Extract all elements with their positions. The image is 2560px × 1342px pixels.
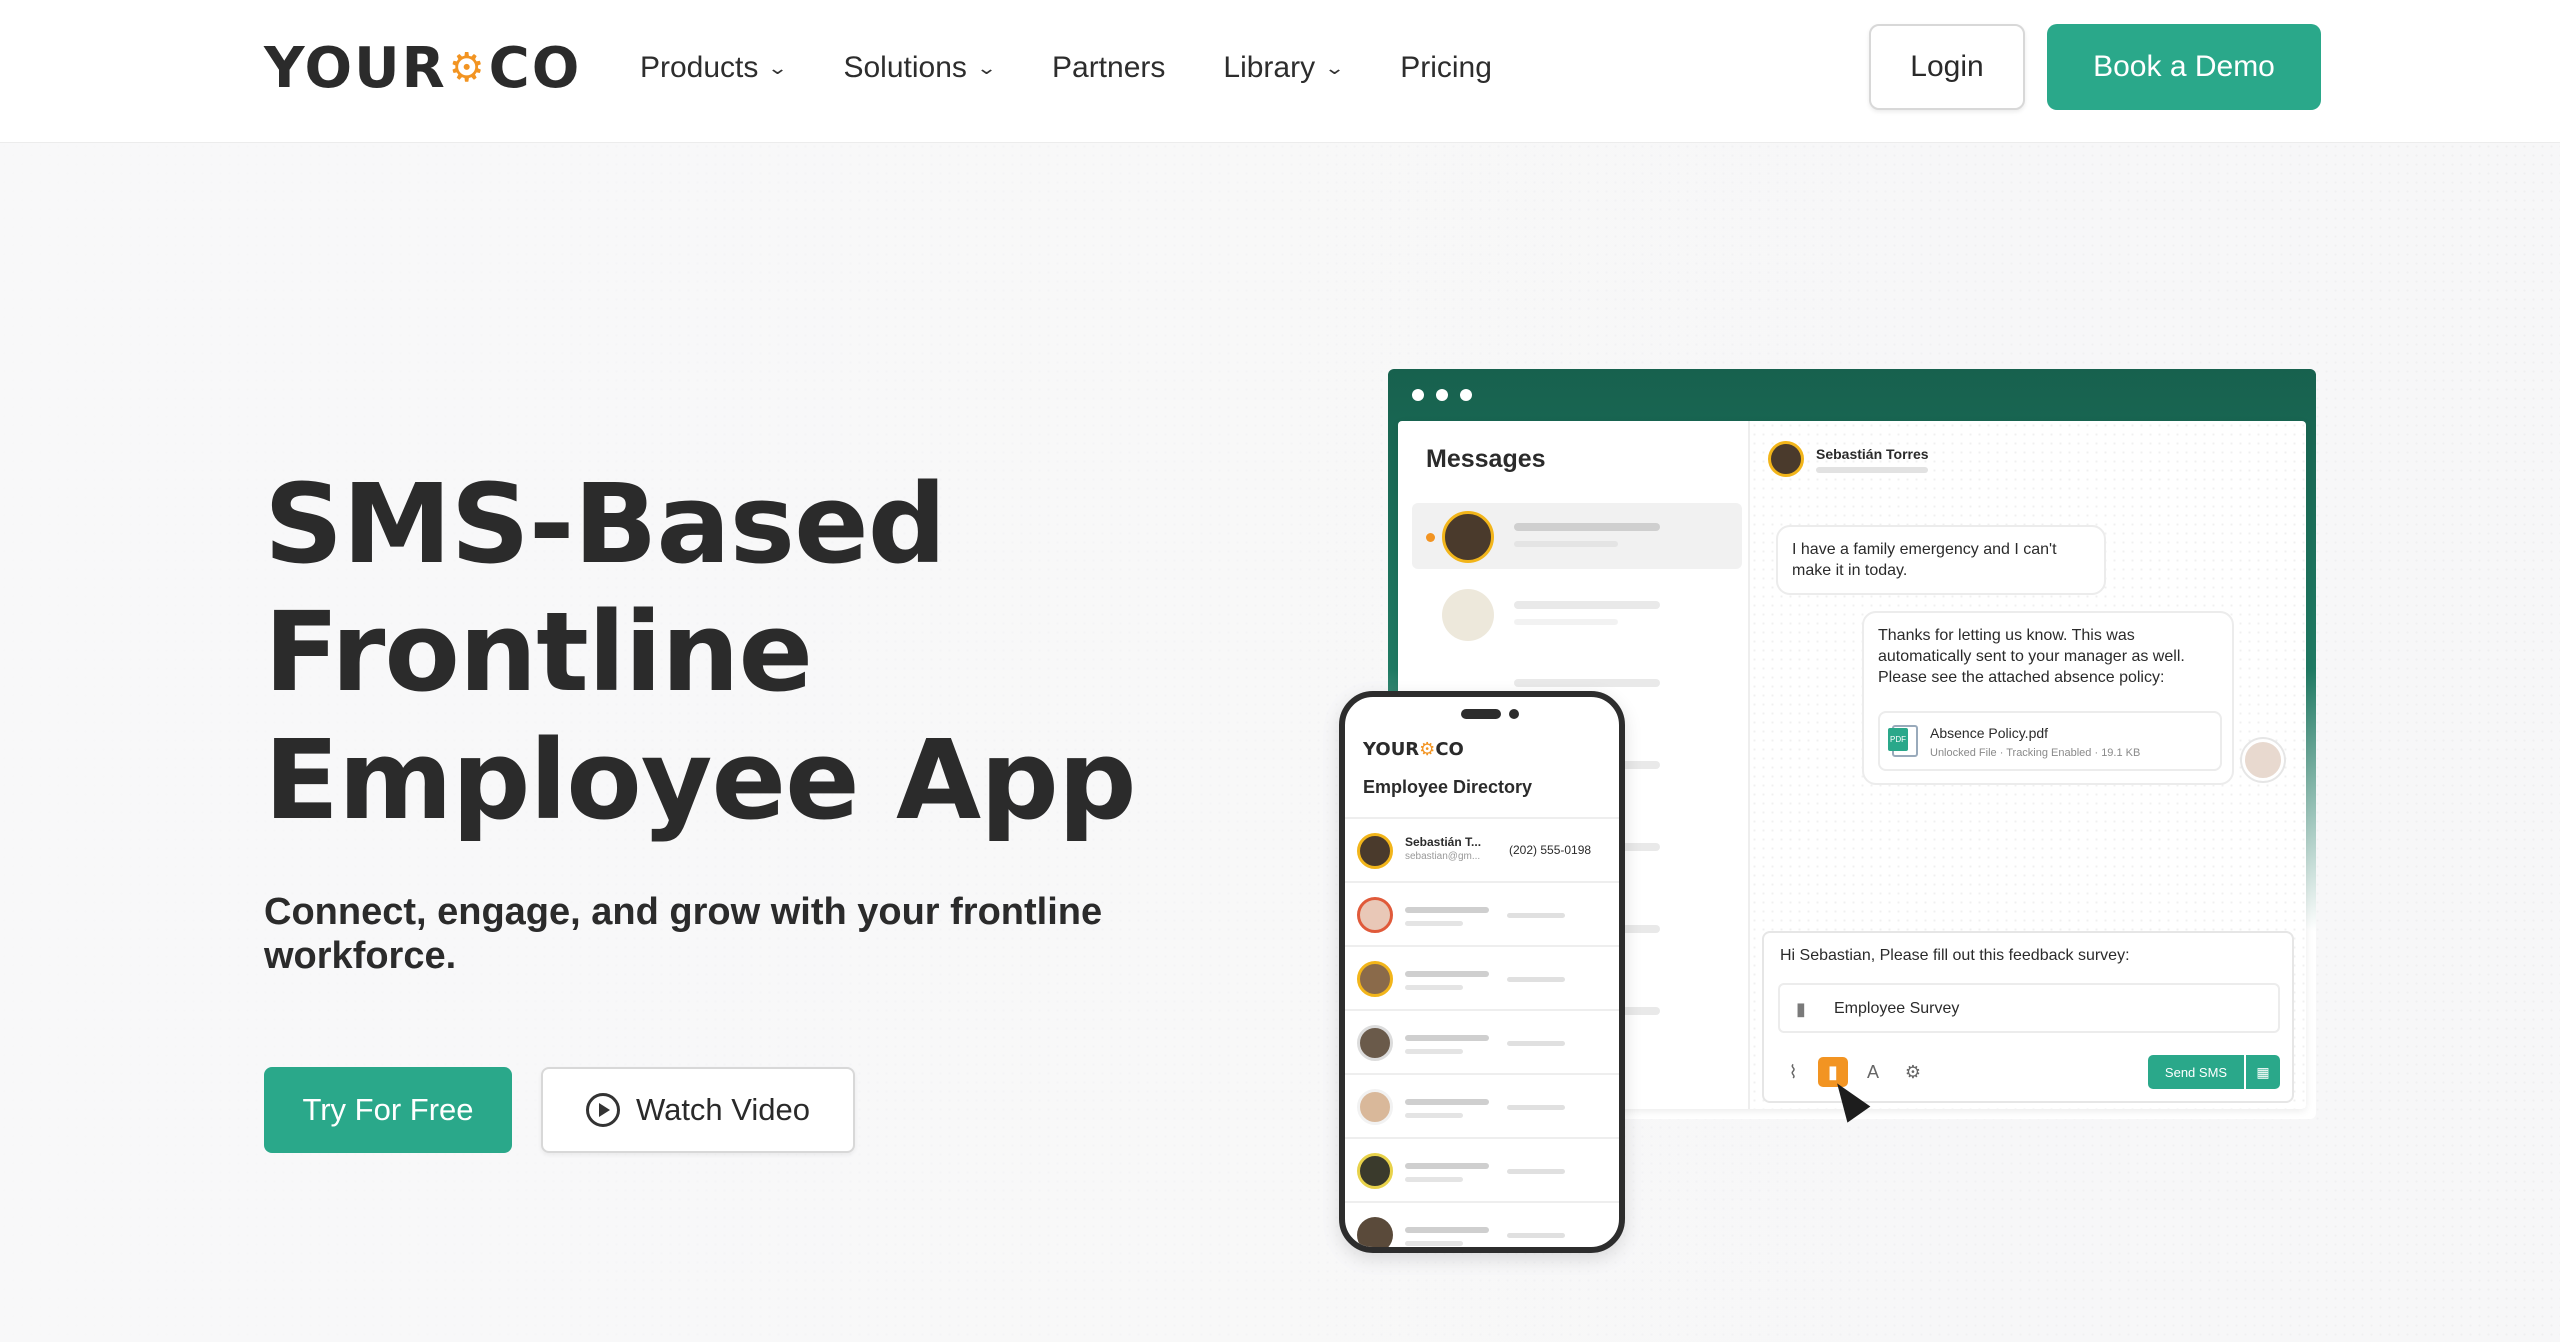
chevron-down-icon: ⌄ bbox=[1324, 57, 1346, 78]
book-demo-button[interactable]: Book a Demo bbox=[2047, 24, 2321, 110]
avatar bbox=[1442, 511, 1494, 563]
phone-logo-right: CO bbox=[1435, 739, 1464, 760]
hero-subtitle: Connect, engage, and grow with your fron… bbox=[264, 891, 1103, 977]
nav-products-label: Products bbox=[640, 51, 759, 84]
outgoing-message: Thanks for letting us know. This was aut… bbox=[1862, 611, 2234, 785]
employee-email: sebastian@gm... bbox=[1405, 851, 1481, 862]
directory-row[interactable] bbox=[1345, 881, 1619, 945]
send-sms-button[interactable]: Send SMS bbox=[2148, 1055, 2244, 1089]
try-for-free-button[interactable]: Try For Free bbox=[264, 1067, 512, 1153]
survey-card[interactable]: ▮ Employee Survey bbox=[1778, 983, 2280, 1033]
play-icon bbox=[585, 1093, 620, 1127]
attachment-name: Absence Policy.pdf bbox=[1930, 725, 2049, 741]
directory-row[interactable] bbox=[1345, 1073, 1619, 1137]
avatar bbox=[1357, 961, 1393, 997]
watch-video-button[interactable]: Watch Video bbox=[541, 1067, 855, 1153]
survey-label: Employee Survey bbox=[1834, 1000, 1960, 1017]
composer-text: Hi Sebastian, Please fill out this feedb… bbox=[1780, 947, 2130, 964]
calendar-icon[interactable]: ▦ bbox=[2246, 1055, 2280, 1089]
attachment-meta: Unlocked File · Tracking Enabled · 19.1 … bbox=[1930, 747, 2141, 759]
phone-logo: YOUR⚙CO bbox=[1363, 739, 1464, 760]
logo-text-left: YOUR bbox=[264, 35, 447, 101]
agent-avatar bbox=[2242, 739, 2284, 781]
hero-title-line-3: Employee App bbox=[264, 716, 1137, 844]
nav-solutions-label: Solutions bbox=[843, 51, 967, 84]
message-row bbox=[1412, 503, 1742, 569]
phone-camera bbox=[1509, 709, 1519, 719]
bar-chart-icon: ▮ bbox=[1796, 999, 1806, 1019]
avatar bbox=[1357, 1025, 1393, 1061]
phone-mockup: YOUR⚙CO Employee Directory Sebastián T..… bbox=[1339, 691, 1625, 1253]
avatar bbox=[1357, 1153, 1393, 1189]
nav-library-label: Library bbox=[1223, 51, 1316, 84]
directory-row[interactable] bbox=[1345, 1201, 1619, 1247]
translate-icon[interactable]: A bbox=[1858, 1057, 1888, 1087]
directory-row[interactable] bbox=[1345, 945, 1619, 1009]
phone-logo-left: YOUR bbox=[1363, 739, 1420, 760]
directory-row[interactable] bbox=[1345, 1137, 1619, 1201]
nav-pricing-label: Pricing bbox=[1400, 51, 1492, 84]
message-composer[interactable]: Hi Sebastian, Please fill out this feedb… bbox=[1762, 931, 2294, 1103]
contact-status-placeholder bbox=[1816, 467, 1928, 473]
avatar bbox=[1442, 589, 1494, 641]
nav-products[interactable]: Products ⌄ bbox=[640, 51, 789, 85]
gear-icon[interactable]: ⚙ bbox=[1898, 1057, 1928, 1087]
nav-pricing[interactable]: Pricing bbox=[1400, 51, 1492, 85]
employee-name: Sebastián T... bbox=[1405, 835, 1482, 849]
contact-name: Sebastián Torres bbox=[1816, 446, 1929, 462]
nav-library[interactable]: Library ⌄ bbox=[1223, 51, 1346, 85]
avatar bbox=[1357, 1217, 1393, 1247]
pdf-badge: PDF bbox=[1888, 728, 1908, 751]
directory-row[interactable] bbox=[1345, 1009, 1619, 1073]
hero-title: SMS-Based Frontline Employee App bbox=[264, 460, 1264, 844]
watch-video-label: Watch Video bbox=[635, 1092, 811, 1127]
chevron-down-icon: ⌄ bbox=[767, 57, 789, 78]
avatar bbox=[1357, 897, 1393, 933]
gear-icon: ⚙ bbox=[1419, 739, 1436, 760]
outgoing-message-text: Thanks for letting us know. This was aut… bbox=[1878, 627, 2185, 686]
avatar bbox=[1357, 833, 1393, 869]
chevron-down-icon: ⌄ bbox=[975, 57, 998, 78]
window-dots bbox=[1412, 389, 1472, 401]
pdf-file-icon: PDF bbox=[1888, 725, 1918, 757]
nav-partners[interactable]: Partners bbox=[1052, 51, 1165, 85]
avatar bbox=[1357, 1089, 1393, 1125]
gear-icon: ⚙ bbox=[448, 45, 487, 91]
directory-title: Employee Directory bbox=[1363, 777, 1533, 797]
site-logo[interactable]: YOUR ⚙ CO bbox=[264, 36, 581, 101]
hero-title-line-1: SMS-Based bbox=[264, 460, 946, 588]
messages-title: Messages bbox=[1426, 445, 1546, 473]
message-row bbox=[1412, 581, 1742, 647]
login-button[interactable]: Login bbox=[1869, 24, 2025, 110]
logo-text-right: CO bbox=[488, 35, 582, 101]
incoming-message: I have a family emergency and I can't ma… bbox=[1776, 525, 2106, 595]
chat-panel: Sebastián Torres I have a family emergen… bbox=[1750, 421, 2306, 1109]
employee-phone: (202) 555-0198 bbox=[1509, 843, 1592, 857]
contact-avatar bbox=[1768, 441, 1804, 477]
phone-notch bbox=[1461, 709, 1501, 719]
nav-solutions[interactable]: Solutions ⌄ bbox=[843, 51, 998, 85]
paperclip-icon[interactable]: ⌇ bbox=[1778, 1057, 1808, 1087]
pdf-attachment[interactable]: PDF Absence Policy.pdf Unlocked File · T… bbox=[1878, 711, 2222, 771]
nav-partners-label: Partners bbox=[1052, 51, 1166, 84]
directory-row[interactable]: Sebastián T... sebastian@gm... (202) 555… bbox=[1345, 817, 1619, 881]
hero-title-line-2: Frontline bbox=[264, 588, 813, 716]
unread-dot bbox=[1426, 533, 1435, 542]
main-nav: Products ⌄ Solutions ⌄ Partners Library … bbox=[640, 42, 1550, 94]
